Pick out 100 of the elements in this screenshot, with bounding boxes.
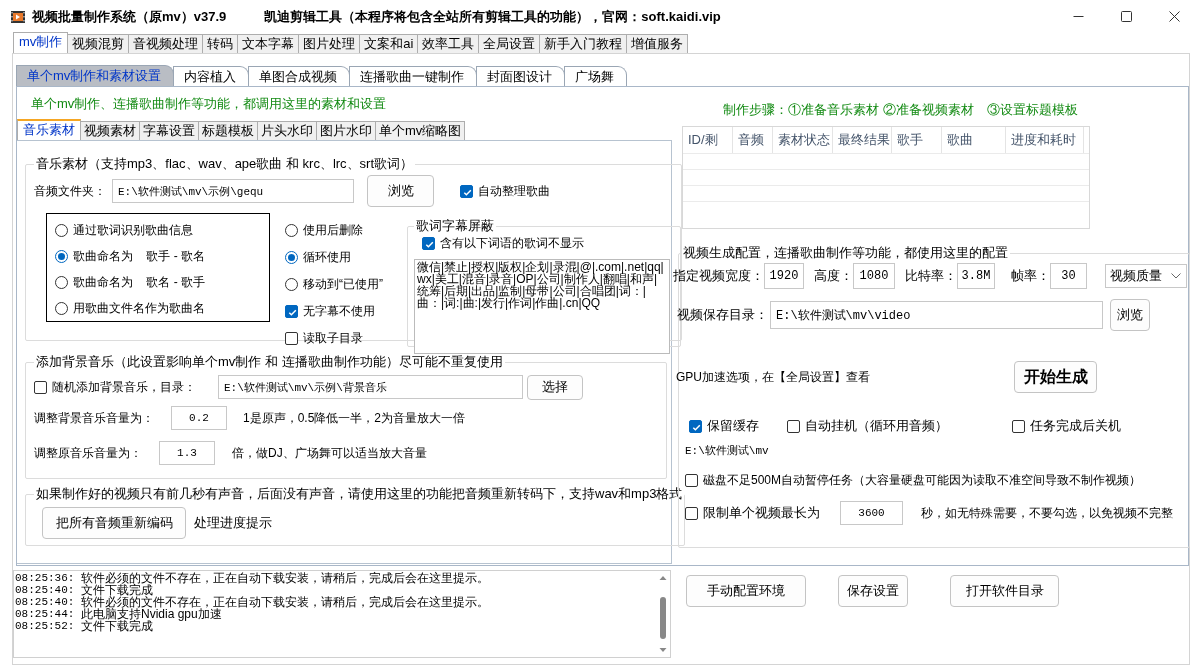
tab[interactable]: 字幕设置 — [139, 121, 199, 140]
number-field[interactable]: 1080 — [853, 263, 895, 289]
tab[interactable]: 单图合成视频 — [248, 66, 351, 86]
column-header[interactable]: ID/剩 — [683, 127, 733, 153]
group-title: 视频生成配置，连播歌曲制作等功能，都使用这里的配置 — [682, 244, 1009, 262]
folder-field[interactable]: E:\软件测试\mv\示例\gequ — [112, 179, 354, 203]
tab[interactable]: 音乐素材 — [17, 119, 81, 140]
start-button[interactable]: 开始生成 — [1014, 361, 1097, 393]
tab[interactable]: 封面图设计 — [476, 66, 566, 86]
log-message: 此电脑支持Nvidia gpu加速 — [81, 608, 222, 620]
note-text: 1是原声，0.5降低一半，2为音量放大一倍 — [243, 409, 466, 427]
option-label: 磁盘不足500M自动暂停任务（大容量硬盘可能因为读取不准空间导致不制作视频） — [703, 471, 1142, 489]
tab[interactable]: 效率工具 — [417, 34, 480, 53]
volume-field[interactable]: 0.2 — [171, 406, 227, 430]
log-time: 08:25:44: — [15, 608, 76, 620]
browse-button[interactable]: 浏览 — [367, 175, 434, 207]
chevron-down-icon — [1171, 273, 1181, 279]
steps-text: 制作步骤：①准备音乐素材 ②准备视频素材 ③设置标题模板 — [723, 101, 1079, 117]
action-button[interactable]: 保存设置 — [838, 575, 908, 607]
option-label: 无字幕不使用 — [303, 303, 375, 320]
tab[interactable]: 文案和ai — [359, 34, 419, 53]
column-header[interactable]: 最终结果 — [833, 127, 892, 153]
tab[interactable]: 连播歌曲一键制作 — [349, 66, 478, 86]
log-message: 软件必须的文件不存在，正在自动下载安装，请稍后，完成后会在这里提示。 — [81, 596, 489, 608]
column-header[interactable]: 音频 — [733, 127, 773, 153]
hint-text: 单个mv制作、连播歌曲制作等功能，都调用这里的素材和设置 — [31, 96, 388, 112]
field-label: 视频保存目录： — [677, 306, 768, 324]
tab[interactable]: 增值服务 — [626, 34, 689, 53]
checkbox[interactable] — [285, 305, 298, 318]
column-header[interactable]: 进度和耗时 — [1006, 127, 1084, 153]
option-label: 移动到“已使用” — [303, 276, 383, 293]
tab[interactable]: mv制作 — [13, 32, 69, 53]
checkbox[interactable] — [460, 184, 473, 198]
window-title: 视频批量制作系统（原mv）v37.9 — [32, 7, 227, 26]
column-header[interactable]: 歌曲 — [942, 127, 1006, 153]
tab[interactable]: 单个mv制作和素材设置 — [16, 65, 175, 86]
choose-button[interactable]: 选择 — [527, 374, 583, 400]
number-field[interactable]: 3600 — [840, 501, 903, 525]
volume-field[interactable]: 1.3 — [159, 441, 215, 465]
option-label: 随机添加背景音乐，目录： — [52, 378, 196, 396]
film-icon — [10, 8, 26, 25]
tab[interactable]: 转码 — [202, 34, 239, 53]
note-text: 倍，做DJ、广场舞可以适当放大音量 — [232, 444, 427, 462]
number-field[interactable]: 30 — [1050, 263, 1087, 289]
reencode-button[interactable]: 把所有音频重新编码 — [42, 507, 186, 539]
option-label: 歌曲命名为 歌手 - 歌名 — [73, 248, 205, 266]
radio-button[interactable] — [285, 224, 298, 237]
action-button[interactable]: 打开软件目录 — [950, 575, 1059, 607]
tab[interactable]: 内容植入 — [173, 66, 250, 86]
radio-button[interactable] — [285, 278, 298, 291]
log-time: 08:25:40: — [15, 584, 76, 596]
progress-text: 处理进度提示 — [194, 514, 272, 532]
tab[interactable]: 视频混剪 — [67, 34, 130, 53]
column-header[interactable]: 素材状态 — [773, 127, 833, 153]
browse-button[interactable]: 浏览 — [1110, 299, 1150, 331]
column-header[interactable]: 歌手 — [892, 127, 942, 153]
field-label: 高度： — [814, 267, 853, 285]
folder-field[interactable]: E:\软件测试\mv\video — [770, 301, 1103, 329]
radio-button[interactable] — [285, 251, 298, 264]
option-label: 歌曲命名为 歌名 - 歌手 — [73, 273, 205, 291]
checkbox[interactable] — [787, 419, 800, 433]
option-label: 限制单个视频最长为 — [703, 504, 820, 522]
tab[interactable]: 文本字幕 — [237, 34, 300, 53]
field-label: 比特率： — [905, 267, 957, 285]
radio-button[interactable] — [55, 224, 68, 238]
checkbox[interactable] — [285, 332, 298, 345]
keyword-field[interactable]: 微信|禁止|授权|版权|企划|录混|@|.com|.net|qq|wx|美工|混音|录音|OP|公司|制作人|翻唱|和声|统筹|后期|出品|监制|母带|公司|合唱团|词：|曲：|词:|曲:|发行|作词|作曲|.cn|QQ — [414, 259, 670, 354]
tab[interactable]: 视频素材 — [80, 121, 140, 140]
tab[interactable]: 单个mv缩略图 — [375, 121, 466, 140]
radio-button[interactable] — [55, 275, 68, 289]
field-label: 指定视频宽度： — [673, 267, 764, 285]
checkbox[interactable] — [685, 473, 698, 487]
tab[interactable]: 新手入门教程 — [539, 34, 628, 53]
group-title: 歌词字幕屏蔽 — [415, 217, 495, 235]
checkbox[interactable] — [689, 419, 702, 433]
radio-button[interactable] — [55, 250, 68, 264]
checkbox[interactable] — [1012, 419, 1025, 433]
action-button[interactable]: 手动配置环境 — [686, 575, 806, 607]
tab[interactable]: 广场舞 — [564, 66, 628, 86]
quality-dropdown[interactable]: 视频质量 — [1105, 264, 1187, 288]
tab[interactable]: 图片处理 — [298, 34, 361, 53]
checkbox[interactable] — [34, 380, 47, 394]
note-text: 秒，如无特殊需要，不要勾选，以免视频不完整 — [921, 504, 1173, 522]
option-label: 保留缓存 — [707, 417, 759, 435]
tab[interactable]: 全局设置 — [478, 34, 541, 53]
checkbox[interactable] — [685, 506, 698, 520]
number-field[interactable]: 1920 — [764, 263, 804, 289]
log-time: 08:25:36: — [15, 572, 76, 584]
checkbox[interactable] — [422, 237, 435, 250]
tab[interactable]: 音视频处理 — [128, 34, 204, 53]
tab[interactable]: 片头水印 — [257, 121, 317, 140]
field-label: 音频文件夹： — [34, 182, 106, 200]
option-label: 自动整理歌曲 — [478, 182, 550, 200]
window-subtitle: 凯迪剪辑工具（本程序将包含全站所有剪辑工具的功能），官网：soft.kaidi.vip — [264, 7, 721, 26]
folder-field[interactable]: E:\软件测试\mv\示例\背景音乐 — [218, 375, 523, 399]
tab[interactable]: 标题模板 — [198, 121, 258, 140]
radio-button[interactable] — [55, 301, 68, 315]
option-label: 循环使用 — [303, 249, 351, 266]
tab[interactable]: 图片水印 — [316, 121, 376, 140]
number-field[interactable]: 3.8M — [957, 263, 995, 289]
